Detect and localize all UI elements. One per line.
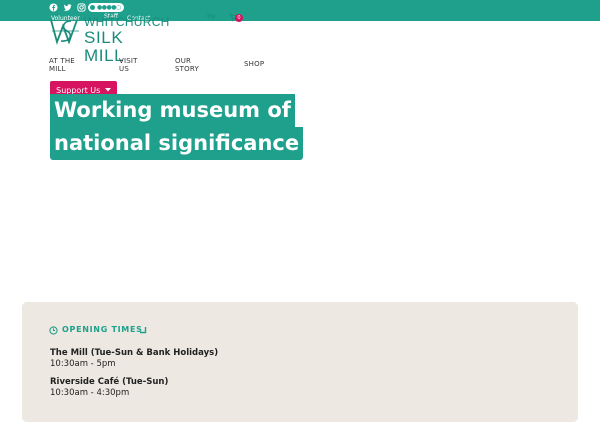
- hero-headline-line2: national significance: [50, 127, 304, 160]
- venue-name-cafe: Riverside Café (Tue-Sun): [50, 377, 169, 387]
- cart-count-badge: 0: [235, 14, 243, 22]
- nav-label: STORY: [175, 65, 199, 73]
- facebook-icon[interactable]: [49, 3, 58, 12]
- wsm-monogram-icon: [50, 19, 79, 45]
- venue-hours-cafe: 10:30am - 4:30pm: [50, 388, 130, 398]
- nav-item-shop[interactable]: SHOP: [244, 60, 264, 68]
- social-links: [49, 3, 86, 12]
- clock-icon: [49, 326, 58, 335]
- hero-headline-line1: Working museum of: [50, 94, 295, 127]
- opening-times-title[interactable]: OPENING TIMES: [62, 325, 143, 335]
- instagram-icon[interactable]: [77, 3, 86, 12]
- nav-label: MILL: [49, 65, 66, 73]
- venue-hours-mill: 10:30am - 5pm: [50, 359, 116, 369]
- site-logo[interactable]: WHITCHURCH SILK MILL: [49, 14, 169, 65]
- nav-item-at-the-mill[interactable]: AT THE MILL: [49, 57, 75, 73]
- nav-label: AT THE: [49, 57, 75, 65]
- tripadvisor-icon: [90, 5, 95, 10]
- nav-label: VISIT: [119, 57, 138, 65]
- corner-arrow-icon[interactable]: [139, 326, 147, 334]
- nav-label: US: [119, 65, 129, 73]
- nav-label: SHOP: [244, 60, 265, 68]
- nav-label: OUR: [175, 57, 192, 65]
- tripadvisor-rating: ●●●●○: [97, 4, 121, 11]
- venue-name-mill: The Mill (Tue-Sun & Bank Holidays): [50, 348, 219, 358]
- nav-item-our-story[interactable]: OUR STORY: [175, 57, 199, 73]
- nav-item-visit-us[interactable]: VISIT US: [119, 57, 138, 73]
- twitter-icon[interactable]: [63, 3, 72, 12]
- my-account-link[interactable]: My: [207, 13, 216, 20]
- tripadvisor-badge[interactable]: ●●●●○: [88, 3, 124, 12]
- caret-down-icon: [104, 88, 111, 92]
